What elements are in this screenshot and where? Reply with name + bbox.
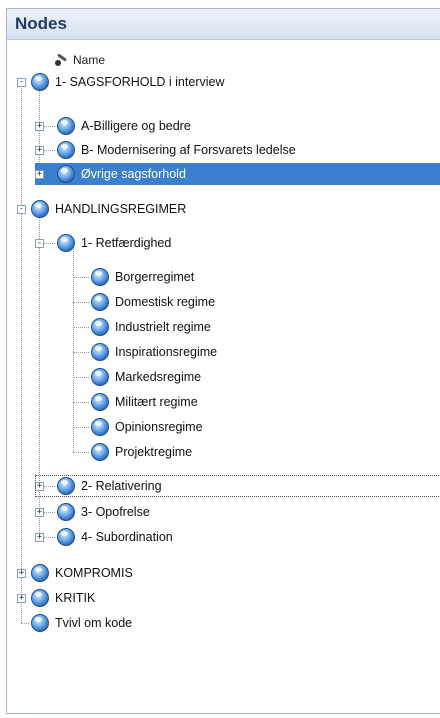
node-icon: [31, 614, 49, 632]
name-column-label: Name: [73, 53, 106, 67]
node-icon: [57, 117, 75, 135]
panel-header: Nodes: [7, 9, 440, 40]
tree-connector: [73, 277, 89, 278]
node-icon: [57, 528, 75, 546]
tree-row[interactable]: Inspirationsregime: [91, 341, 223, 363]
tree-row-label: Projektregime: [115, 445, 193, 459]
tree-connector: [73, 249, 74, 452]
tree-row[interactable]: + A-Billigere og bedre: [35, 115, 197, 137]
tree-row[interactable]: - 1- SAGSFORHOLD i interview: [17, 71, 230, 93]
tree-row[interactable]: + KRITIK: [17, 587, 101, 609]
tree-row-label: Opinionsregime: [115, 420, 203, 434]
node-icon: [91, 293, 109, 311]
tree-row-label: KRITIK: [55, 591, 96, 605]
tree-row[interactable]: Opinionsregime: [91, 416, 209, 438]
expand-icon[interactable]: +: [35, 145, 44, 155]
tree-connector: [73, 327, 89, 328]
node-icon: [91, 418, 109, 436]
tree-row[interactable]: Tvivl om kode: [31, 612, 138, 634]
tree-connector: [21, 623, 29, 624]
tree-row[interactable]: +4- Subordination: [35, 526, 179, 548]
node-icon: [57, 477, 75, 495]
node-icon: [31, 200, 49, 218]
tree-connector: [73, 302, 89, 303]
tree-row-label: 2- Relativering: [81, 479, 162, 493]
tree-row[interactable]: Industrielt regime: [91, 316, 217, 338]
node-icon: [91, 443, 109, 461]
tree-row-label: A-Billigere og bedre: [81, 119, 191, 133]
expand-icon[interactable]: +: [35, 481, 44, 491]
tree-connector: [73, 377, 89, 378]
tree-row[interactable]: + Øvrige sagsforhold: [35, 163, 440, 185]
node-icon: [91, 268, 109, 286]
tree-row[interactable]: Borgerregimet: [91, 266, 200, 288]
panel-title: Nodes: [15, 14, 67, 33]
node-icon: [31, 73, 49, 91]
node-icon: [91, 318, 109, 336]
node-icon: [57, 141, 75, 159]
tree-connector: [21, 82, 22, 623]
tree-row[interactable]: + B- Modernisering af Forsvarets ledelse: [35, 139, 302, 161]
expand-icon[interactable]: +: [35, 121, 44, 131]
tree-row-label: Øvrige sagsforhold: [81, 167, 186, 181]
node-icon: [91, 393, 109, 411]
tree-row-label: 4- Subordination: [81, 530, 173, 544]
tree-row[interactable]: + KOMPROMIS: [17, 562, 139, 584]
tree-row-label: Domestisk regime: [115, 295, 216, 309]
collapse-icon[interactable]: -: [35, 238, 44, 248]
expand-icon[interactable]: +: [35, 507, 44, 517]
tree-row-label: HANDLINGSREGIMER: [55, 202, 187, 216]
node-icon: [31, 589, 49, 607]
tree-row-label: KOMPROMIS: [55, 566, 133, 580]
node-icon: [57, 234, 75, 252]
name-column-header[interactable]: Name: [55, 53, 105, 67]
node-icon: [91, 343, 109, 361]
tree-row-label: 1- Retfærdighed: [81, 236, 172, 250]
expand-icon[interactable]: +: [17, 593, 26, 603]
node-icon: [57, 503, 75, 521]
expand-icon[interactable]: +: [35, 169, 44, 179]
tree-row[interactable]: Militært regime: [91, 391, 204, 413]
tree-row[interactable]: Projektregime: [91, 441, 198, 463]
tree-row-label: Militært regime: [115, 395, 198, 409]
tree-row[interactable]: +3- Opofrelse: [35, 501, 156, 523]
tree-row-label: B- Modernisering af Forsvarets ledelse: [81, 143, 296, 157]
expand-icon[interactable]: +: [17, 568, 26, 578]
tree-connector: [73, 427, 89, 428]
nodes-panel: Nodes Name - 1- SAGSFORHOLD i interview + A…: [6, 8, 440, 714]
collapse-icon[interactable]: -: [17, 77, 26, 87]
tree-row[interactable]: Domestisk regime: [91, 291, 221, 313]
tree-row-label: Markedsregime: [115, 370, 202, 384]
node-icon: [91, 368, 109, 386]
expand-icon[interactable]: +: [35, 532, 44, 542]
tree-connector: [73, 352, 89, 353]
node-icon: [31, 564, 49, 582]
tree-row[interactable]: +2- Relativering: [35, 475, 440, 497]
tree-row[interactable]: - 1- Retfærdighed: [35, 232, 177, 254]
tree-row-label: Tvivl om kode: [55, 616, 133, 630]
collapse-icon[interactable]: -: [17, 204, 26, 214]
tree-connector: [73, 402, 89, 403]
tree-row-label: Inspirationsregime: [115, 345, 218, 359]
tree-connector: [73, 452, 89, 453]
tree-row-label: 3- Opofrelse: [81, 505, 150, 519]
pin-icon: [55, 54, 69, 66]
node-icon: [57, 165, 75, 183]
tree-row[interactable]: - HANDLINGSREGIMER: [17, 198, 192, 220]
tree-row-label: 1- SAGSFORHOLD i interview: [55, 75, 225, 89]
tree-row-label: Industrielt regime: [115, 320, 211, 334]
tree-row-label: Borgerregimet: [115, 270, 195, 284]
tree-row[interactable]: Markedsregime: [91, 366, 207, 388]
